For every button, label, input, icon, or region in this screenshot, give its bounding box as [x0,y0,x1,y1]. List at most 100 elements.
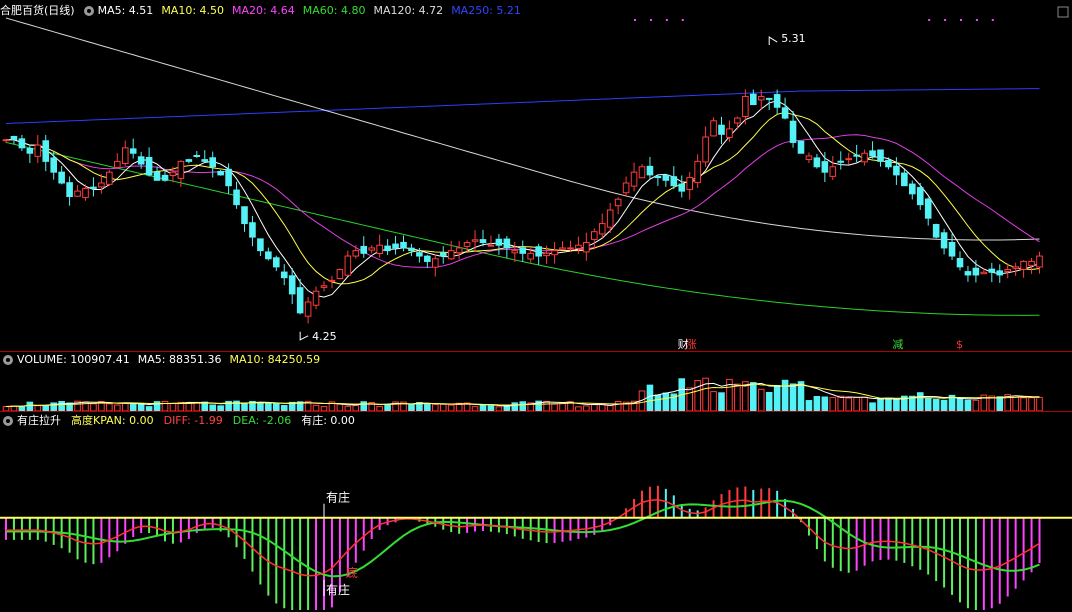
candle-body [670,176,678,187]
candle-body [678,183,686,192]
legend-label: VOLUME: 100907.41 [17,353,130,366]
candle-body [487,244,495,247]
candle-body [829,166,837,177]
volume-bar [734,383,741,412]
volume-bar [972,399,980,412]
candle-body [813,157,821,168]
stock-title[interactable]: 合肥百货(日线) [0,3,75,19]
candle-body [471,239,479,242]
signal-marker: 涨 [686,338,697,351]
stock-chart: 财涨减 $ 有庄有庄底 5.31 4.25 [0,6,1072,610]
candle-body [861,152,868,163]
candle-body [18,138,26,149]
settings-gear-icon[interactable] [3,355,13,365]
candle-body [773,94,781,108]
settings-gear-icon[interactable] [3,416,13,426]
volume-bar [765,391,773,412]
candle-body [10,135,18,141]
volume-bar [996,396,1004,412]
legend-label: 高度KPAN: 0.00 [71,414,154,427]
volume-bar [241,402,248,412]
volume-bar [257,402,264,412]
legend-label: MA20: 4.64 [232,4,295,17]
candle-body [1004,269,1012,272]
candle-body [614,198,622,207]
candle-body [479,239,487,244]
volume-bar [789,383,797,412]
volume-bar [853,397,860,412]
candle-body [320,285,328,288]
volume-bar [885,397,892,412]
candle-body [288,275,296,295]
candle-body [519,247,527,254]
volume-bar [797,381,805,412]
annotation-label: 有庄 [326,490,350,505]
signal-marker: 减 [892,338,903,351]
volume-bar [161,400,169,412]
candle-body [384,245,391,252]
volume-bar [956,397,964,412]
candle-body [368,247,375,251]
candle-body [58,171,65,184]
candle-body [257,238,264,252]
candle-body [1036,255,1043,268]
candle-body [217,170,224,176]
candle-body [646,165,654,176]
volume-bar [718,392,725,412]
candle-body [225,168,232,187]
legend-label: DIFF: -1.99 [163,414,223,427]
candle-body [352,250,360,257]
candle-body [559,247,566,250]
candle-body [400,241,407,249]
legend-label: MA10: 4.50 [161,4,225,17]
volume-legend: VOLUME: 100907.41 MA5: 88351.36 MA10: 8425… [0,352,328,368]
candle-body [964,271,972,276]
legend-label: MA5: 88351.36 [137,353,222,366]
candle-body [304,301,312,317]
candle-body [734,117,741,124]
candle-body [90,186,97,189]
volume-bar [384,403,391,412]
legend-label: 有庄: 0.00 [301,414,355,427]
candle-body [233,189,240,206]
volume-bar [106,403,113,412]
event-dot [649,19,652,21]
candle-body [630,171,638,187]
candle-body [956,258,964,268]
candle-body [376,244,383,254]
volume-bar [265,402,272,412]
candle-body [447,250,455,260]
candle-body [241,206,248,225]
candle-body [82,187,89,199]
volume-panel [2,377,1043,412]
legend-label: MA250: 5.21 [451,4,521,17]
candle-body [74,190,81,197]
event-dot [944,19,947,21]
candle-body [185,159,193,162]
high-price-label: 5.31 [781,32,806,45]
settings-gear-icon[interactable] [83,6,94,16]
volume-bar [964,399,972,412]
candle-body [137,156,145,165]
candle-body [336,269,344,279]
candle-body [837,160,845,163]
candle-body [424,255,431,262]
event-dot [634,19,637,21]
volume-bar [185,402,193,412]
legend-label: MA60: 4.80 [302,4,366,17]
candle-body [948,241,956,257]
candle-body [265,251,272,260]
candle-body [66,182,73,198]
candle-body [805,155,813,160]
annotation-label: 底 [346,565,358,580]
indicator-legend: 有庄拉升 高度KPAN: 0.00 DIFF: -1.99 DEA: -2.06 有庄:… [0,413,365,429]
candle-body [273,257,280,268]
volume-bar [813,395,821,412]
volume-bar [511,402,519,412]
candle-body [129,148,137,154]
candle-body [328,279,336,282]
candle-body [50,157,58,173]
legend-label: MA120: 4.72 [373,4,444,17]
candle-body [638,166,646,179]
volume-bar [893,398,900,412]
